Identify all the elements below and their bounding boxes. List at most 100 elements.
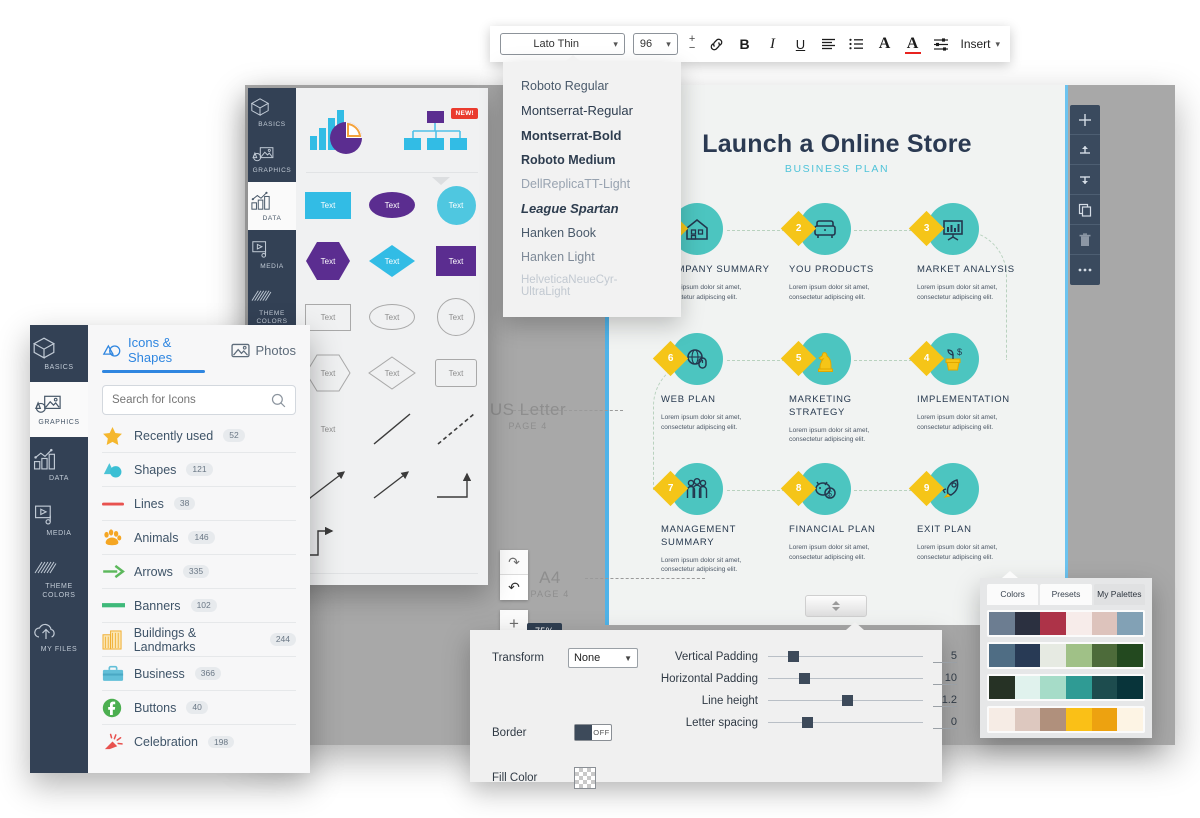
color-swatch[interactable] [1014,708,1041,731]
color-swatch[interactable] [989,676,1015,699]
font-option[interactable]: League Spartan [503,196,681,221]
infographic-step[interactable]: 5 MARKETING STRATEGY Lorem ipsum dolor s… [780,333,909,445]
underline-button[interactable]: U [791,33,811,55]
rail-item-graphics[interactable]: GRAPHICS [248,136,296,182]
font-size-stepper[interactable]: + − [686,33,699,54]
palette-row[interactable] [987,642,1145,669]
list-item[interactable]: Shapes 121 [102,453,296,487]
undo-icon[interactable]: ↶ [500,575,528,600]
sidebar-item-theme-colors[interactable]: THEME COLORS [30,548,88,610]
list-item[interactable]: Business 366 [102,657,296,691]
slider-knob[interactable] [788,651,800,662]
color-swatch[interactable] [1040,676,1067,699]
more-options-icon[interactable] [1070,255,1100,285]
color-swatch[interactable] [1091,676,1118,699]
line-dashed-tile[interactable] [424,401,488,457]
square-shape-tile[interactable]: Text [424,233,488,289]
diamond-shape-tile[interactable]: Text [360,233,424,289]
circle-shape-tile[interactable]: Text [424,177,488,233]
insert-menu[interactable]: Insert ▾ [961,37,1001,51]
rail-item-media[interactable]: MEDIA [248,230,296,278]
palette-row[interactable] [987,706,1145,733]
canvas-tool-rail[interactable] [1070,105,1100,285]
color-swatch[interactable] [1040,612,1067,635]
delete-icon[interactable] [1070,225,1100,255]
color-swatch[interactable] [1091,708,1118,731]
line-height-slider[interactable] [767,695,923,706]
color-swatch[interactable] [1066,644,1092,667]
circle-outline-shape-tile[interactable]: Text [424,289,488,345]
border-toggle[interactable]: OFF [574,724,612,741]
sidebar-item-basics[interactable]: BASICS [30,325,88,382]
transform-select[interactable]: None ▼ [567,648,638,668]
sidebar-item-media[interactable]: MEDIA [30,492,88,548]
align-bottom-icon[interactable] [1070,165,1100,195]
link-icon[interactable] [707,33,727,55]
color-swatch[interactable] [1014,644,1041,667]
sidebar-item-my-files[interactable]: MY FILES [30,610,88,664]
palette-row[interactable] [987,610,1145,637]
color-swatch[interactable] [1117,676,1144,699]
add-icon[interactable] [1070,105,1100,135]
list-item[interactable]: Banners 102 [102,589,296,623]
infographic-step[interactable]: 6 WEB PLAN Lorem ipsum dolor sit amet, c… [652,333,781,432]
color-swatch[interactable] [1091,612,1118,635]
fill-color-swatch[interactable] [574,767,596,789]
infographic-step[interactable]: 3 MARKET ANALYSIS Lorem ipsum dolor sit … [908,203,1037,302]
infographic-step[interactable]: $ 4 IMPLEMENTATION Lorem ipsum dolor sit… [908,333,1037,432]
font-option[interactable]: HelveticaNeueCyr-UltraLight [503,269,681,303]
color-swatch[interactable] [1091,644,1118,667]
org-chart-shape-tile[interactable]: NEW! [392,96,488,168]
letter-spacing-slider[interactable] [767,717,923,728]
tab-photos[interactable]: Photos [230,343,296,362]
search-input-wrap[interactable] [102,385,296,415]
rounded-rect-outline-shape-tile[interactable]: Text [424,345,488,401]
slider-knob[interactable] [798,673,810,684]
list-item[interactable]: Arrows 335 [102,555,296,589]
font-size-select[interactable]: 96 ▾ [632,33,678,55]
color-swatch[interactable] [1066,676,1092,699]
font-option[interactable]: Montserrat-Bold [503,123,681,148]
color-swatch[interactable] [1066,708,1092,731]
color-swatch[interactable] [989,708,1015,731]
font-option[interactable]: Hanken Book [503,221,681,245]
vertical-padding-slider[interactable] [767,651,923,662]
table-widget-tile[interactable] [296,578,392,585]
font-option[interactable]: Hanken Light [503,245,681,269]
ellipse-outline-shape-tile[interactable]: Text [360,289,424,345]
ellipse-shape-tile[interactable]: Text [360,177,424,233]
rail-item-data[interactable]: DATA [248,182,296,231]
tab-colors[interactable]: Colors [987,584,1039,605]
list-item[interactable]: Lines 38 [102,487,296,521]
infographic-step[interactable]: 9 EXIT PLAN Lorem ipsum dolor sit amet, … [908,463,1037,562]
diamond-outline-shape-tile[interactable]: Text [360,345,424,401]
undo-redo-group[interactable]: ↷ ↶ [500,550,528,600]
hexagon-shape-tile[interactable]: Text [296,233,360,289]
color-swatch[interactable] [1014,612,1041,635]
rectangle-shape-tile[interactable]: Text [296,177,360,233]
list-item[interactable]: Recently used 52 [102,419,296,453]
text-settings-icon[interactable] [931,33,951,55]
redo-icon[interactable]: ↷ [500,550,528,575]
color-swatch[interactable] [989,644,1015,667]
tab-my-palettes[interactable]: My Palettes [1093,584,1145,605]
search-icon[interactable] [271,393,286,408]
text-style-button[interactable]: A [874,33,895,55]
canvas-scroll-handle[interactable] [805,595,867,617]
color-swatch[interactable] [1117,708,1144,731]
tab-presets[interactable]: Presets [1040,584,1092,605]
rail-item-basics[interactable]: BASICS [248,88,296,136]
elbow-arrow-up-tile[interactable] [424,457,488,513]
align-button[interactable] [819,33,839,55]
chart-shape-tile[interactable] [296,96,392,168]
map-widget-tile[interactable] [392,578,488,585]
text-color-button[interactable]: A [903,33,923,55]
color-swatch[interactable] [1117,644,1144,667]
duplicate-icon[interactable] [1070,195,1100,225]
slider-knob[interactable] [842,695,854,706]
font-option[interactable]: Roboto Regular [503,74,681,98]
list-item[interactable]: Buttons 40 [102,691,296,725]
list-item[interactable]: Buildings & Landmarks 244 [102,623,296,657]
line-solid-tile[interactable] [360,401,424,457]
list-item[interactable]: Animals 146 [102,521,296,555]
